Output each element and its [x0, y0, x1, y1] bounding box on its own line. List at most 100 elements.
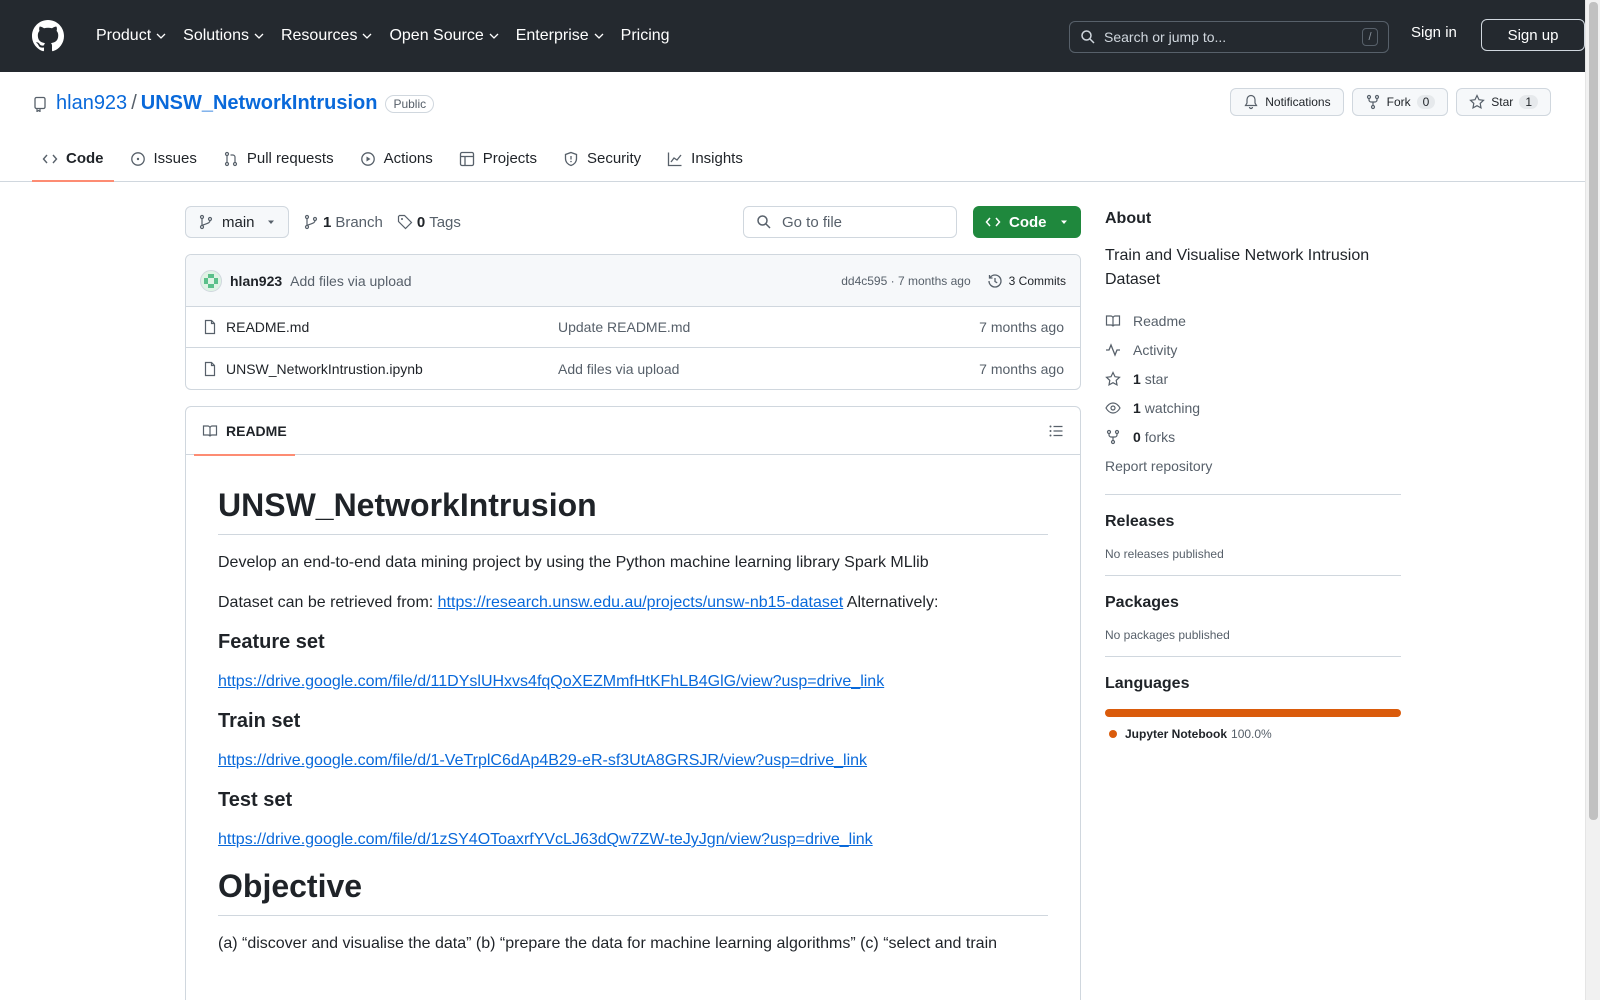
language-bar [1105, 709, 1401, 717]
chevron-down-icon [362, 33, 372, 39]
code-icon [985, 217, 1001, 227]
stars-count: 1 [1133, 370, 1141, 387]
code-button-label: Code [1009, 213, 1047, 231]
repo-tabs: Code Issues Pull requests Actions Projec… [32, 135, 759, 182]
forks-count: 0 [1133, 428, 1141, 445]
main-content: main 1 Branch 0 Tags Go to file Code hla… [185, 206, 1081, 1000]
global-header: Product Solutions Resources Open Source … [0, 0, 1585, 72]
sign-in-link[interactable]: Sign in [1411, 24, 1457, 41]
nav-product[interactable]: Product [88, 18, 175, 54]
fork-button[interactable]: Fork 0 [1351, 88, 1449, 116]
search-input[interactable]: Search or jump to... / [1069, 21, 1389, 53]
readme-intro: Develop an end-to-end data mining projec… [218, 554, 929, 571]
repo-actions: Notifications Fork 0 Star 1 [1230, 88, 1551, 116]
branch-name: main [222, 213, 255, 231]
pull-request-icon [224, 151, 237, 166]
nav-resources-label: Resources [280, 27, 358, 44]
tab-code[interactable]: Code [32, 135, 114, 182]
divider [1105, 494, 1401, 495]
branch-selector[interactable]: main [185, 206, 289, 238]
readme-tab[interactable]: README [194, 407, 295, 456]
global-nav: Product Solutions Resources Open Source … [88, 18, 678, 54]
test-set-link[interactable]: https://drive.google.com/file/d/1zSY4OTo… [218, 831, 873, 848]
code-dropdown-button[interactable]: Code [973, 206, 1081, 238]
watching-count: 1 [1133, 399, 1141, 416]
language-item[interactable]: Jupyter Notebook 100.0% [1105, 727, 1401, 741]
tab-security[interactable]: Security [553, 135, 651, 182]
tag-label: Tags [429, 213, 461, 231]
table-row[interactable]: README.md Update README.md 7 months ago [186, 307, 1080, 348]
history-icon [988, 273, 1002, 288]
tab-actions[interactable]: Actions [350, 135, 443, 182]
github-logo-icon[interactable] [32, 20, 64, 52]
repo-header: hlan923 / UNSW_NetworkIntrusion Public N… [0, 72, 1585, 182]
dataset-link[interactable]: https://research.unsw.edu.au/projects/un… [438, 594, 844, 611]
nav-resources[interactable]: Resources [273, 18, 381, 54]
nav-enterprise[interactable]: Enterprise [508, 18, 613, 54]
bell-icon [1244, 94, 1258, 110]
watchers-link[interactable]: 1 watching [1105, 393, 1401, 422]
list-unordered-icon[interactable] [1048, 423, 1064, 439]
file-commit-message[interactable]: Update README.md [558, 319, 690, 335]
stars-link[interactable]: 1 star [1105, 364, 1401, 393]
feature-set-heading: Feature set [218, 631, 325, 653]
readme-tab-label: README [226, 422, 287, 439]
packages-heading[interactable]: Packages [1105, 594, 1401, 612]
chevron-down-icon [489, 33, 499, 39]
packages-empty-text: No packages published [1105, 628, 1230, 642]
branch-count: 1 [323, 213, 332, 231]
repo-name-link[interactable]: UNSW_NetworkIntrusion [141, 92, 378, 115]
tab-pull-requests-label: Pull requests [246, 150, 334, 167]
nav-solutions[interactable]: Solutions [175, 18, 273, 54]
commits-link[interactable]: 3 Commits [987, 273, 1066, 289]
tab-projects-label: Projects [482, 150, 537, 167]
file-name[interactable]: UNSW_NetworkIntrustion.ipynb [226, 361, 558, 377]
commit-hash-time[interactable]: dd4c595 · 7 months ago [841, 274, 970, 288]
nav-open-source[interactable]: Open Source [381, 18, 507, 54]
divider [1105, 656, 1401, 657]
nav-pricing[interactable]: Pricing [613, 18, 678, 54]
readme-panel: README UNSW_NetworkIntrusion Develop an … [185, 406, 1081, 1000]
activity-link[interactable]: Activity [1105, 335, 1401, 364]
tab-security-label: Security [586, 150, 642, 167]
pulse-icon [1106, 342, 1120, 357]
language-name: Jupyter Notebook [1125, 727, 1228, 741]
tab-pull-requests[interactable]: Pull requests [213, 135, 344, 182]
file-browser: hlan923 Add files via upload dd4c595 · 7… [185, 254, 1081, 390]
file-name[interactable]: README.md [226, 319, 558, 335]
forks-link[interactable]: 0 forks [1105, 422, 1401, 451]
readme-link[interactable]: Readme [1105, 306, 1401, 335]
activity-label: Activity [1133, 341, 1178, 358]
notifications-label: Notifications [1265, 95, 1331, 109]
scrollbar-thumb[interactable] [1589, 2, 1598, 820]
table-row[interactable]: UNSW_NetworkIntrustion.ipynb Add files v… [186, 348, 1080, 389]
star-button[interactable]: Star 1 [1456, 88, 1551, 116]
chevron-down-icon [254, 33, 264, 39]
go-to-file-input[interactable]: Go to file [743, 206, 957, 238]
releases-heading[interactable]: Releases [1105, 513, 1401, 531]
repo-owner-link[interactable]: hlan923 [56, 92, 127, 115]
branch-label: Branch [335, 213, 383, 231]
report-repository-link[interactable]: Report repository [1105, 451, 1401, 480]
eye-icon [1105, 401, 1121, 414]
tags-link[interactable]: 0 Tags [397, 214, 461, 231]
file-commit-message[interactable]: Add files via upload [558, 361, 679, 377]
branches-link[interactable]: 1 Branch [303, 214, 383, 231]
avatar[interactable] [200, 269, 222, 292]
feature-set-link[interactable]: https://drive.google.com/file/d/11DYslUH… [218, 673, 884, 690]
star-count: 1 [1519, 95, 1538, 109]
commit-author[interactable]: hlan923 [230, 273, 282, 289]
nav-solutions-label: Solutions [183, 27, 249, 44]
tab-issues[interactable]: Issues [120, 135, 207, 182]
tab-insights[interactable]: Insights [657, 135, 753, 182]
file-icon [204, 319, 216, 335]
train-set-link[interactable]: https://drive.google.com/file/d/1-VeTrpl… [218, 752, 867, 769]
triangle-down-icon [268, 220, 274, 224]
notifications-button[interactable]: Notifications [1230, 88, 1344, 116]
watching-label: watching [1144, 399, 1201, 416]
commit-message[interactable]: Add files via upload [290, 273, 411, 289]
tab-projects[interactable]: Projects [449, 135, 547, 182]
file-toolbar: main 1 Branch 0 Tags Go to file Code [185, 206, 1081, 238]
page-scrollbar[interactable] [1585, 0, 1600, 1000]
sign-up-button[interactable]: Sign up [1481, 19, 1585, 51]
